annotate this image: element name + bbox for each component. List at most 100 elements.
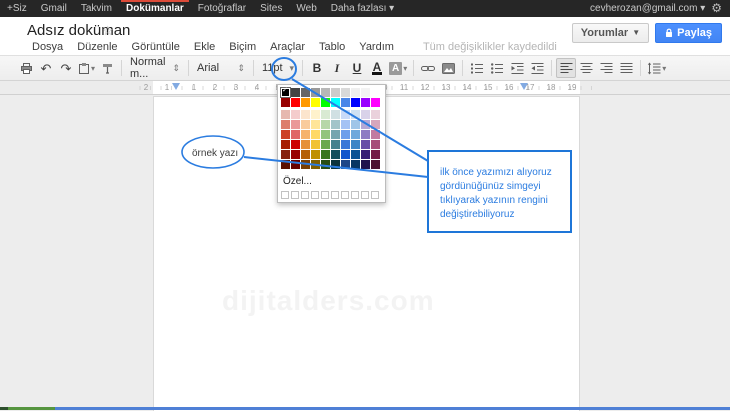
document-title[interactable]: Adsız doküman	[27, 22, 130, 39]
color-swatch-3d85c6[interactable]	[351, 140, 360, 149]
star-icon[interactable]: ☆	[102, 23, 114, 39]
color-swatch-d0e0e3[interactable]	[331, 110, 340, 119]
color-swatch-ffd966[interactable]	[311, 130, 320, 139]
underline-button[interactable]: U	[347, 58, 367, 78]
menu-dosya[interactable]: Dosya	[25, 41, 70, 53]
topbar-link-foto-raflar[interactable]: Fotoğraflar	[191, 0, 253, 17]
color-swatch-76a5af[interactable]	[331, 130, 340, 139]
align-center-button[interactable]	[576, 58, 596, 78]
gear-icon[interactable]: ⚙	[711, 0, 722, 17]
color-swatch-ead1dc[interactable]	[371, 110, 380, 119]
color-swatch-c27ba0[interactable]	[371, 130, 380, 139]
web-clipboard-button[interactable]: ▾	[76, 58, 97, 78]
color-swatch-d9ead3[interactable]	[321, 110, 330, 119]
color-swatch-0b5394[interactable]	[351, 150, 360, 159]
custom-color-slot[interactable]	[361, 191, 369, 199]
redo-button[interactable]: ↷	[56, 58, 76, 78]
topbar-link-web[interactable]: Web	[289, 0, 323, 17]
custom-color-slot[interactable]	[301, 191, 309, 199]
color-swatch-f4cccc[interactable]	[291, 110, 300, 119]
color-swatch-274e13[interactable]	[321, 160, 330, 169]
color-swatch-5b0f00[interactable]	[281, 160, 290, 169]
menu-görüntüle[interactable]: Görüntüle	[125, 41, 187, 53]
color-swatch-ea9999[interactable]	[291, 120, 300, 129]
color-swatch-fff2cc[interactable]	[311, 110, 320, 119]
color-swatch-a4c2f4[interactable]	[341, 120, 350, 129]
bold-button[interactable]: B	[307, 58, 327, 78]
color-swatch-f1c232[interactable]	[311, 140, 320, 149]
color-swatch-e6b8af[interactable]	[281, 110, 290, 119]
color-swatch-ff00ff[interactable]	[371, 98, 380, 107]
color-swatch-b45f06[interactable]	[301, 150, 310, 159]
color-swatch-741b47[interactable]	[371, 150, 380, 159]
color-swatch-b6d7a8[interactable]	[321, 120, 330, 129]
topbar-link-dok-manlar[interactable]: Dokümanlar	[119, 0, 191, 17]
topbar-link-takvim[interactable]: Takvim	[74, 0, 119, 17]
font-size-dropdown[interactable]: 11pt▾	[258, 58, 298, 78]
color-swatch-d5a6bd[interactable]	[371, 120, 380, 129]
color-swatch-ffffff[interactable]	[371, 88, 380, 97]
custom-color-slot[interactable]	[341, 191, 349, 199]
custom-color-slot[interactable]	[351, 191, 359, 199]
undo-button[interactable]: ↶	[36, 58, 56, 78]
increase-indent-button[interactable]	[527, 58, 547, 78]
topbar-link-daha-fazlas-[interactable]: Daha fazlası ▾	[324, 0, 401, 17]
color-swatch-ffe599[interactable]	[311, 120, 320, 129]
color-swatch-e69138[interactable]	[301, 140, 310, 149]
menu-tablo[interactable]: Tablo	[312, 41, 352, 53]
menu-düzenle[interactable]: Düzenle	[70, 41, 124, 53]
color-swatch-666666[interactable]	[301, 88, 310, 97]
color-swatch-cfe2f3[interactable]	[351, 110, 360, 119]
custom-color-slot[interactable]	[331, 191, 339, 199]
left-margin-marker[interactable]	[172, 83, 180, 90]
color-swatch-8e7cc3[interactable]	[361, 130, 370, 139]
color-swatch-073763[interactable]	[351, 160, 360, 169]
color-swatch-e06666[interactable]	[291, 130, 300, 139]
color-swatch-434343[interactable]	[291, 88, 300, 97]
color-swatch-00ffff[interactable]	[331, 98, 340, 107]
custom-color-slot[interactable]	[291, 191, 299, 199]
color-swatch-cc4125[interactable]	[281, 130, 290, 139]
color-swatch-cccccc[interactable]	[331, 88, 340, 97]
color-swatch-980000[interactable]	[281, 98, 290, 107]
color-swatch-3c78d8[interactable]	[341, 140, 350, 149]
justify-button[interactable]	[616, 58, 636, 78]
color-swatch-93c47d[interactable]	[321, 130, 330, 139]
color-swatch-351c75[interactable]	[361, 150, 370, 159]
topbar-link-gmail[interactable]: Gmail	[34, 0, 74, 17]
italic-button[interactable]: I	[327, 58, 347, 78]
color-swatch-6d9eeb[interactable]	[341, 130, 350, 139]
color-swatch-efefef[interactable]	[351, 88, 360, 97]
color-swatch-b4a7d6[interactable]	[361, 120, 370, 129]
share-button[interactable]: Paylaş	[655, 23, 722, 43]
styles-dropdown[interactable]: Normal m...⇕	[126, 58, 184, 78]
color-swatch-45818e[interactable]	[331, 140, 340, 149]
text-color-button[interactable]: A	[367, 58, 387, 78]
menu-ekle[interactable]: Ekle	[187, 41, 222, 53]
paint-format-button[interactable]	[97, 58, 117, 78]
color-swatch-d9d9d9[interactable]	[341, 88, 350, 97]
progress-bar[interactable]	[0, 407, 730, 410]
color-swatch-134f5c[interactable]	[331, 150, 340, 159]
decrease-indent-button[interactable]	[507, 58, 527, 78]
menu-araçlar[interactable]: Araçlar	[263, 41, 312, 53]
color-swatch-b7b7b7[interactable]	[321, 88, 330, 97]
color-swatch-ff9900[interactable]	[301, 98, 310, 107]
color-swatch-c9daf8[interactable]	[341, 110, 350, 119]
color-swatch-0000ff[interactable]	[351, 98, 360, 107]
color-swatch-f3f3f3[interactable]	[361, 88, 370, 97]
color-swatch-9900ff[interactable]	[361, 98, 370, 107]
color-swatch-1155cc[interactable]	[341, 150, 350, 159]
color-swatch-7f6000[interactable]	[311, 160, 320, 169]
color-swatch-ffff00[interactable]	[311, 98, 320, 107]
color-swatch-dd7e6b[interactable]	[281, 120, 290, 129]
custom-color-slot[interactable]	[311, 191, 319, 199]
custom-color-slot[interactable]	[281, 191, 289, 199]
color-swatch-bf9000[interactable]	[311, 150, 320, 159]
custom-color-link[interactable]: Özel...	[283, 176, 380, 187]
topbar-link-sites[interactable]: Sites	[253, 0, 289, 17]
menu-biçim[interactable]: Biçim	[222, 41, 263, 53]
align-right-button[interactable]	[596, 58, 616, 78]
custom-color-slot[interactable]	[371, 191, 379, 199]
color-swatch-85200c[interactable]	[281, 150, 290, 159]
